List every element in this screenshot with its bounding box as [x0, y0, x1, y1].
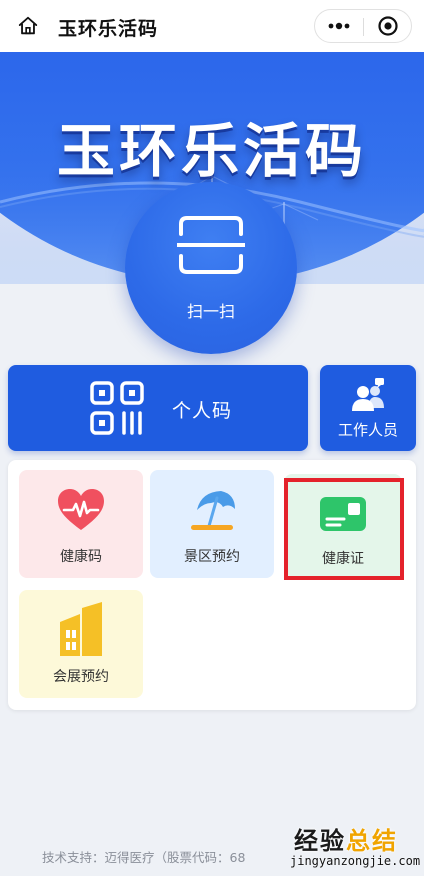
exhibition-reservation-tile[interactable]: 会展预约 — [19, 590, 143, 698]
watermark-url: jingyanzongjie.com — [290, 854, 421, 868]
heart-pulse-icon — [58, 489, 104, 530]
qr-code-icon — [90, 381, 144, 435]
staff-label: 工作人员 — [337, 421, 398, 439]
home-icon — [18, 16, 38, 35]
capsule-divider — [363, 18, 364, 36]
exhibition-reservation-label: 会展预约 — [53, 669, 109, 685]
scenic-reservation-tile[interactable]: 景区预约 — [150, 470, 274, 578]
watermark-title-a: 经验 — [294, 827, 346, 855]
staff-button[interactable]: 工作人员 — [320, 365, 416, 451]
scan-button[interactable]: 扫一扫 — [125, 182, 297, 354]
more-button[interactable] — [315, 10, 363, 42]
tech-support-footer: 技术支持：迈得医疗（股票代码：68 — [42, 850, 246, 865]
more-dots-icon — [328, 22, 350, 30]
hero-title: 玉环乐活码 — [56, 117, 367, 185]
watermark-title: 经验总结 — [294, 821, 398, 856]
home-button[interactable] — [12, 10, 44, 42]
personal-code-label: 个人码 — [172, 400, 233, 422]
health-code-label: 健康码 — [60, 549, 102, 565]
watermark-title-b: 总结 — [346, 827, 398, 855]
menu-capsule — [314, 9, 412, 43]
personal-code-button[interactable]: 个人码 — [8, 365, 308, 451]
buildings-icon — [60, 602, 102, 656]
app-title: 玉环乐活码 — [58, 18, 159, 40]
close-miniprogram-button[interactable] — [365, 10, 411, 42]
scan-label: 扫一扫 — [186, 302, 235, 321]
health-code-tile[interactable]: 健康码 — [19, 470, 143, 578]
scenic-reservation-label: 景区预约 — [184, 549, 240, 565]
navigation-bar: 玉环乐活码 — [0, 0, 424, 52]
beach-umbrella-icon — [191, 491, 235, 530]
target-circle-icon — [378, 16, 398, 36]
scan-icon — [177, 216, 245, 274]
watermark: 经验总结 jingyanzongjie.com — [290, 821, 420, 873]
staff-people-icon — [352, 378, 384, 411]
highlight-box — [284, 478, 404, 580]
